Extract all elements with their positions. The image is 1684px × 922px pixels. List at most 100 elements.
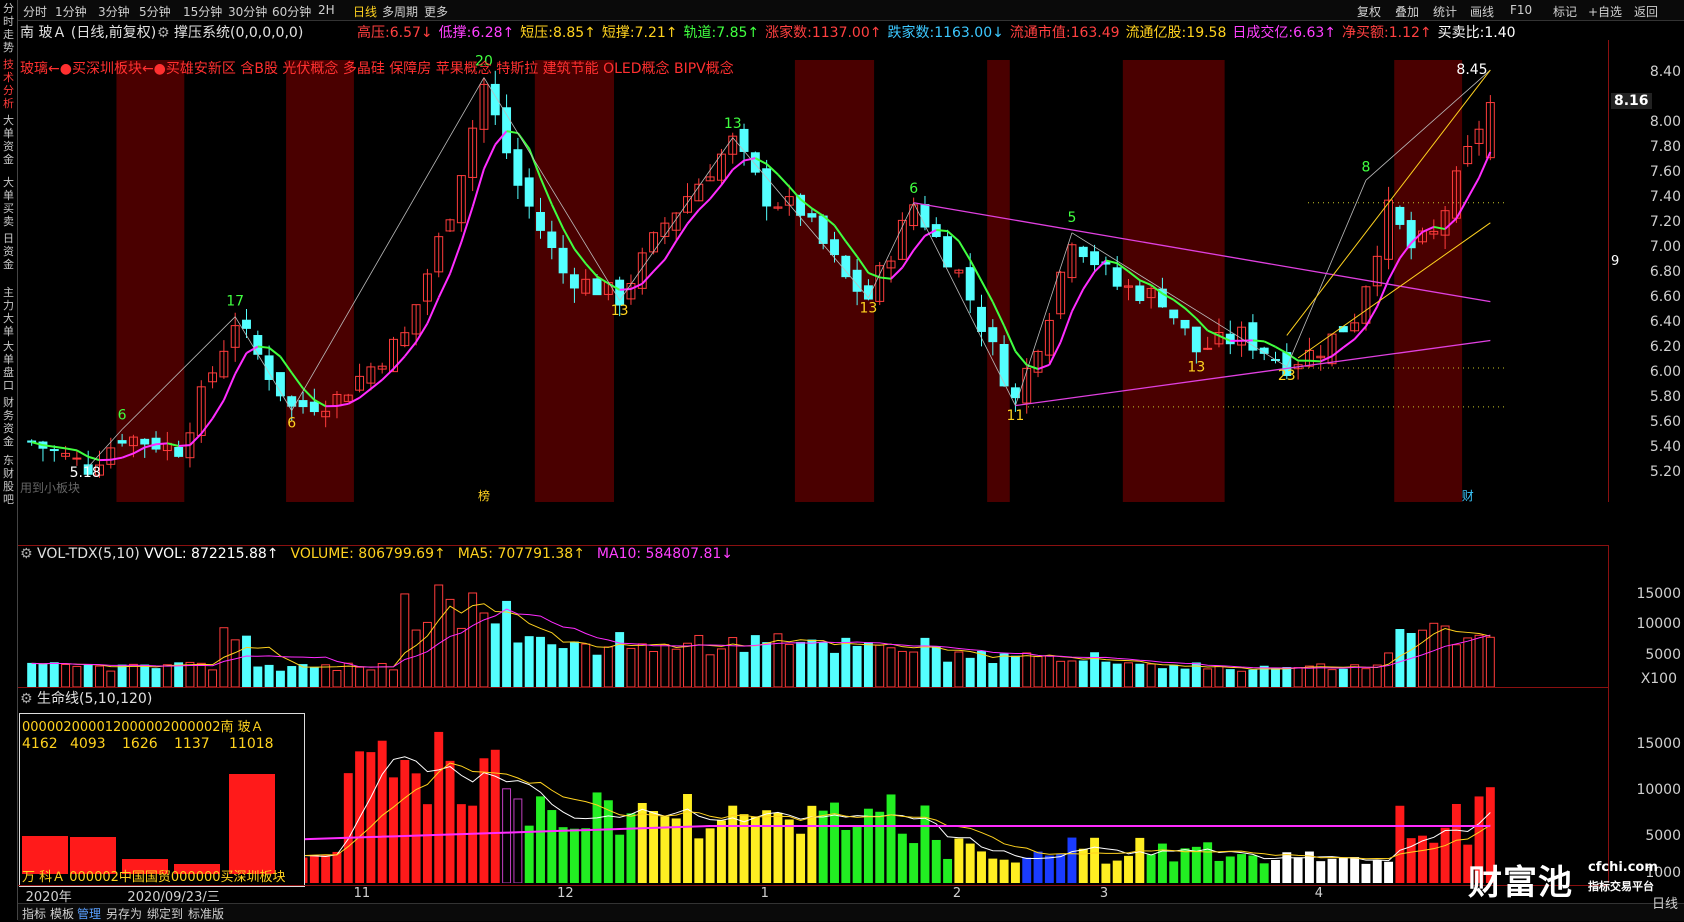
price-tick: 5.40	[1650, 439, 1681, 455]
volume-bar	[751, 636, 759, 687]
sidebar-tab[interactable]: 大单买卖	[1, 176, 16, 228]
current-price-tag: 8.16	[1611, 93, 1652, 109]
volume-bar	[831, 653, 839, 687]
bottom-tab[interactable]: 管理	[77, 905, 101, 922]
volume-bar	[390, 670, 398, 687]
indicator-value: 短撑:7.21↑	[602, 25, 678, 41]
volume-bar	[797, 642, 805, 687]
bottom-tab[interactable]: 标准版	[188, 905, 224, 922]
toolbar-button[interactable]: F10	[1510, 3, 1532, 17]
indicator-value-number: 1137.00	[812, 25, 870, 41]
sidebar-tab[interactable]: 主力大单	[1, 286, 16, 338]
shaded-region	[286, 60, 354, 502]
period-tab[interactable]: 15分钟	[183, 3, 222, 20]
volume-bar	[853, 646, 861, 687]
toolbar-button[interactable]: 叠加	[1395, 3, 1419, 20]
lifeline-bar	[797, 834, 805, 883]
lifeline-bar	[1045, 856, 1053, 883]
volume-legend-label: VVOL: 872215.88	[144, 546, 267, 562]
period-tab[interactable]: 30分钟	[228, 3, 267, 20]
indicator-value-number: 19.58	[1186, 25, 1226, 41]
volume-bar	[480, 613, 488, 687]
lifeline-bar	[537, 797, 545, 883]
candle-body	[525, 178, 533, 206]
volume-bar	[842, 638, 850, 687]
volume-bar	[1441, 626, 1449, 687]
period-tab[interactable]: 3分钟	[98, 3, 130, 20]
toolbar-button[interactable]: +自选	[1588, 3, 1622, 20]
zigzag-line	[620, 138, 733, 301]
period-tab[interactable]: 多周期	[382, 3, 418, 20]
sidebar-tab[interactable]: 日资金	[1, 232, 16, 271]
volume-bar	[537, 637, 545, 687]
bottom-tab[interactable]: 另存为	[106, 905, 142, 922]
trend-arrow: ↓	[992, 25, 1004, 41]
period-tab[interactable]: 5分钟	[139, 3, 171, 20]
toolbar-button[interactable]: 标记	[1553, 3, 1577, 20]
period-tab[interactable]: 更多	[424, 3, 448, 20]
volume-bar	[1113, 664, 1121, 687]
lifeline-bar	[989, 859, 997, 883]
gear-icon[interactable]: ⚙	[20, 546, 37, 562]
lifeline-bar	[853, 827, 861, 883]
volume-bar	[84, 665, 92, 687]
ma-line-segment	[1309, 361, 1320, 362]
candle-body	[118, 441, 126, 443]
indicator-line[interactable]: ⚙ 撑压系统(0,0,0,0,0)	[157, 22, 303, 42]
volume-bar	[1023, 653, 1031, 687]
shaded-region	[987, 60, 1010, 502]
lifeline-bar	[966, 844, 974, 883]
bottom-tab[interactable]: 模板	[50, 905, 74, 922]
indicator-value-label: 跌家数:	[887, 25, 934, 41]
volume-bar	[1215, 666, 1223, 687]
ma-line-segment	[1253, 340, 1264, 341]
inset-value: 4093	[70, 736, 106, 752]
volume-bar	[73, 666, 81, 687]
ma-line-segment	[224, 374, 235, 400]
period-tab[interactable]: 1分钟	[55, 3, 87, 20]
lifeline-bar	[1000, 860, 1008, 883]
sidebar-tab[interactable]: 大单盘口	[1, 340, 16, 392]
sidebar-tab[interactable]: 东财股吧	[1, 454, 16, 506]
price-tick: 6.60	[1650, 289, 1681, 305]
gear-icon[interactable]: ⚙	[157, 25, 170, 41]
period-tab[interactable]: 2H	[318, 3, 335, 17]
sidebar-tab[interactable]: 大单资金	[1, 114, 16, 166]
price-tick: 7.20	[1650, 214, 1681, 230]
right-period-label[interactable]: 日线	[1652, 893, 1678, 912]
candle-body	[548, 232, 556, 248]
price-tick: 7.40	[1650, 189, 1681, 205]
volume-bar	[1147, 664, 1155, 687]
indicator-value-number: 163.49	[1071, 25, 1120, 41]
ma-line-segment	[733, 161, 744, 170]
period-tab[interactable]: 日线	[353, 3, 377, 20]
toolbar-button[interactable]: 统计	[1433, 3, 1457, 20]
inset-value: 4162	[22, 736, 58, 752]
volume-tick: 5000	[1645, 647, 1681, 663]
candle-body	[1396, 207, 1404, 224]
toolbar-button[interactable]: 画线	[1470, 3, 1494, 20]
period-tab[interactable]: 分时	[23, 3, 47, 20]
count-label: 8	[1362, 160, 1371, 176]
lifeline-bar	[322, 856, 330, 883]
toolbar-button[interactable]: 复权	[1357, 3, 1381, 20]
date-label: 12	[557, 886, 574, 901]
bottom-tab[interactable]: 绑定到	[147, 905, 183, 922]
sidebar-tab[interactable]: 分时走势	[1, 2, 16, 54]
sidebar-tab[interactable]: 技术分析	[1, 58, 16, 110]
lifeline-bar	[672, 819, 680, 883]
candlestick-chart[interactable]: 6176201313136115132388.455.18榜财玻璃←●买深圳板块…	[18, 40, 1608, 502]
ma-line-segment	[179, 445, 190, 446]
lifeline-bar	[1170, 862, 1178, 883]
lifeline-bar	[650, 812, 658, 883]
volume-bar	[152, 669, 160, 687]
inset-value: 1137	[174, 736, 210, 752]
period-tab[interactable]: 60分钟	[272, 3, 311, 20]
candle-body	[808, 214, 816, 217]
lifeline-bar	[559, 828, 567, 883]
toolbar-button[interactable]: 返回	[1634, 3, 1658, 20]
ma-line-segment	[1038, 365, 1049, 369]
bottom-tab[interactable]: 指标	[22, 905, 46, 922]
volume-chart[interactable]	[18, 565, 1608, 687]
sidebar-tab[interactable]: 财务资金	[1, 396, 16, 448]
